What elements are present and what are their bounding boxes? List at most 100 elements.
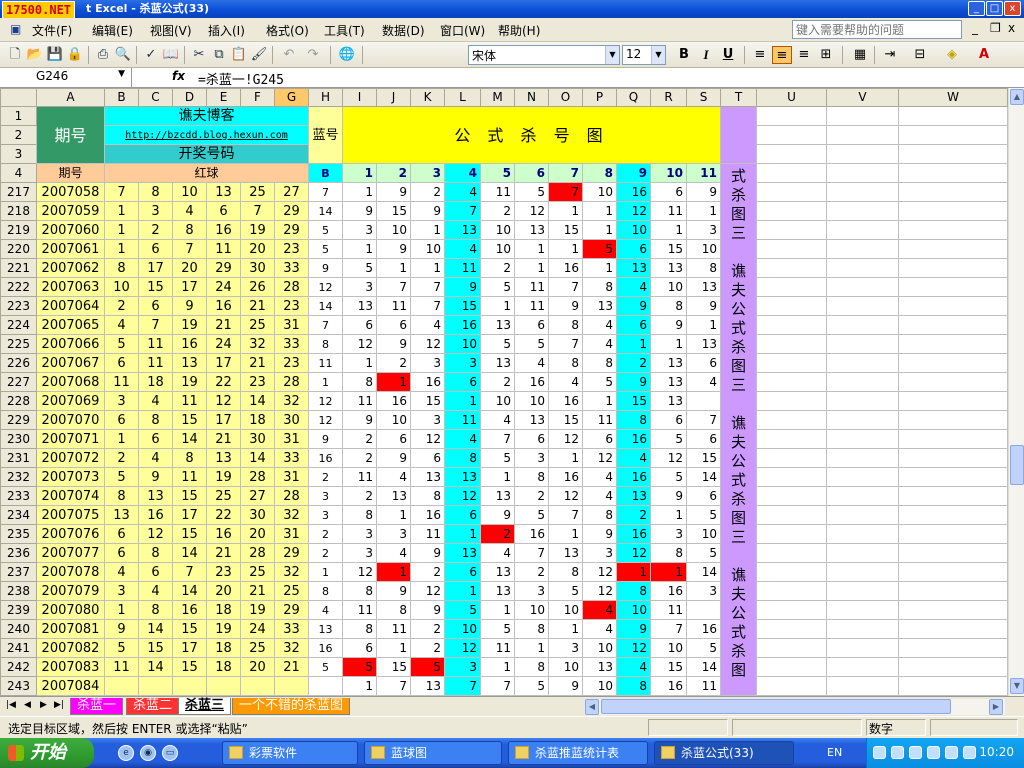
period-cell[interactable]: 2007076: [36, 524, 105, 544]
formula-cell[interactable]: 8: [616, 676, 651, 696]
red-ball-cell[interactable]: 15: [172, 619, 207, 639]
formula-cell[interactable]: 15: [376, 201, 411, 221]
row-header[interactable]: 228: [0, 391, 37, 411]
cell[interactable]: [756, 353, 827, 373]
formula-cell[interactable]: 8: [376, 600, 411, 620]
formula-cell[interactable]: 16: [376, 391, 411, 411]
close-button[interactable]: x: [1004, 1, 1021, 16]
formula-cell[interactable]: 2: [342, 448, 377, 468]
formula-cell[interactable]: 4: [582, 315, 617, 335]
formula-cell[interactable]: 13: [480, 353, 515, 373]
formula-cell[interactable]: 8: [342, 619, 377, 639]
sheet-tab[interactable]: 一个不错的杀蓝图: [232, 698, 351, 715]
red-ball-cell[interactable]: 33: [274, 448, 309, 468]
formula-cell[interactable]: 10: [686, 524, 721, 544]
formula-cell[interactable]: 9: [342, 201, 377, 221]
blue-ball-cell[interactable]: 16: [308, 638, 343, 658]
formula-cell[interactable]: 13: [582, 296, 617, 316]
formula-cell[interactable]: 6: [376, 429, 411, 449]
red-ball-cell[interactable]: 28: [274, 277, 309, 297]
horizontal-scroll-thumb[interactable]: [601, 699, 951, 714]
blue-ball-cell[interactable]: 14: [308, 201, 343, 221]
formula-cell[interactable]: 3: [444, 353, 481, 373]
formula-cell[interactable]: 3: [686, 581, 721, 601]
formula-cell[interactable]: 13: [650, 353, 687, 373]
formula-cell[interactable]: 5: [342, 258, 377, 278]
red-ball-cell[interactable]: 11: [172, 391, 207, 411]
cell[interactable]: [756, 524, 827, 544]
formula-cell[interactable]: 7: [376, 277, 411, 297]
red-ball-cell[interactable]: 6: [138, 562, 173, 582]
formula-cell[interactable]: 9: [548, 676, 583, 696]
cell[interactable]: [898, 144, 1008, 164]
cell[interactable]: [756, 505, 827, 525]
period-cell[interactable]: 2007067: [36, 353, 105, 373]
formula-cell[interactable]: 3: [410, 410, 445, 430]
red-ball-cell[interactable]: 2: [104, 296, 139, 316]
row-header[interactable]: 238: [0, 581, 37, 601]
cell[interactable]: [898, 676, 1008, 696]
print-preview-icon[interactable]: 🔍: [114, 46, 132, 64]
formula-cell[interactable]: 10: [582, 676, 617, 696]
red-ball-cell[interactable]: 18: [206, 600, 241, 620]
formula-cell[interactable]: 1: [548, 448, 583, 468]
formula-cell[interactable]: 6: [616, 315, 651, 335]
red-ball-cell[interactable]: 31: [274, 315, 309, 335]
prev-sheet-icon[interactable]: ◀: [24, 700, 31, 710]
formula-cell[interactable]: 10: [480, 391, 515, 411]
red-ball-cell[interactable]: 14: [172, 581, 207, 601]
cell[interactable]: [898, 220, 1008, 240]
period-cell[interactable]: 2007071: [36, 429, 105, 449]
red-ball-cell[interactable]: 7: [104, 182, 139, 202]
period-cell[interactable]: 2007064: [36, 296, 105, 316]
formula-cell[interactable]: 1: [444, 524, 481, 544]
row-header[interactable]: 225: [0, 334, 37, 354]
formula-cell[interactable]: 5: [582, 372, 617, 392]
scroll-right-icon[interactable]: ▶: [989, 699, 1003, 715]
formula-cell[interactable]: 13: [616, 486, 651, 506]
red-ball-cell[interactable]: 20: [172, 258, 207, 278]
formula-cell[interactable]: 10: [480, 220, 515, 240]
red-ball-cell[interactable]: 8: [138, 410, 173, 430]
formula-cell[interactable]: 12: [410, 429, 445, 449]
blog-title[interactable]: 谯夫博客: [104, 106, 309, 126]
tray-arrow-icon[interactable]: [873, 746, 886, 759]
cell[interactable]: [826, 220, 899, 240]
row-header[interactable]: 233: [0, 486, 37, 506]
period-cell[interactable]: 2007066: [36, 334, 105, 354]
formula-column-number[interactable]: 8: [582, 163, 617, 183]
formula-cell[interactable]: 16: [514, 524, 549, 544]
formula-cell[interactable]: 5: [548, 581, 583, 601]
cell[interactable]: [756, 391, 827, 411]
undo-icon[interactable]: ↶: [280, 46, 298, 64]
formula-cell[interactable]: 3: [342, 543, 377, 563]
red-ball-cell[interactable]: 1: [104, 239, 139, 259]
formula-cell[interactable]: 1: [376, 258, 411, 278]
red-ball-cell[interactable]: 4: [104, 315, 139, 335]
red-ball-cell[interactable]: [138, 676, 173, 696]
start-button[interactable]: 开始: [0, 738, 94, 768]
period-cell[interactable]: 2007061: [36, 239, 105, 259]
period-cell[interactable]: 2007073: [36, 467, 105, 487]
red-ball-cell[interactable]: 8: [138, 600, 173, 620]
formula-cell[interactable]: 13: [480, 486, 515, 506]
formula-cell[interactable]: 3: [514, 581, 549, 601]
formula-cell[interactable]: 1: [342, 676, 377, 696]
red-ball-cell[interactable]: 21: [206, 543, 241, 563]
red-ball-cell[interactable]: 23: [274, 353, 309, 373]
redo-icon[interactable]: ↷: [304, 46, 322, 64]
red-ball-cell[interactable]: 17: [206, 353, 241, 373]
help-search-input[interactable]: [792, 20, 962, 39]
formula-cell[interactable]: 3: [410, 353, 445, 373]
red-ball-cell[interactable]: 20: [240, 524, 275, 544]
formula-cell[interactable]: 1: [616, 334, 651, 354]
formula-cell[interactable]: 8: [548, 315, 583, 335]
formula-cell[interactable]: 1: [376, 562, 411, 582]
red-ball-cell[interactable]: 9: [104, 619, 139, 639]
red-ball-cell[interactable]: 9: [138, 467, 173, 487]
column-header[interactable]: B: [104, 88, 139, 107]
formula-cell[interactable]: 13: [444, 220, 481, 240]
formula-cell[interactable]: 3: [514, 448, 549, 468]
formula-column-number[interactable]: 11: [686, 163, 721, 183]
formula-cell[interactable]: 6: [514, 315, 549, 335]
